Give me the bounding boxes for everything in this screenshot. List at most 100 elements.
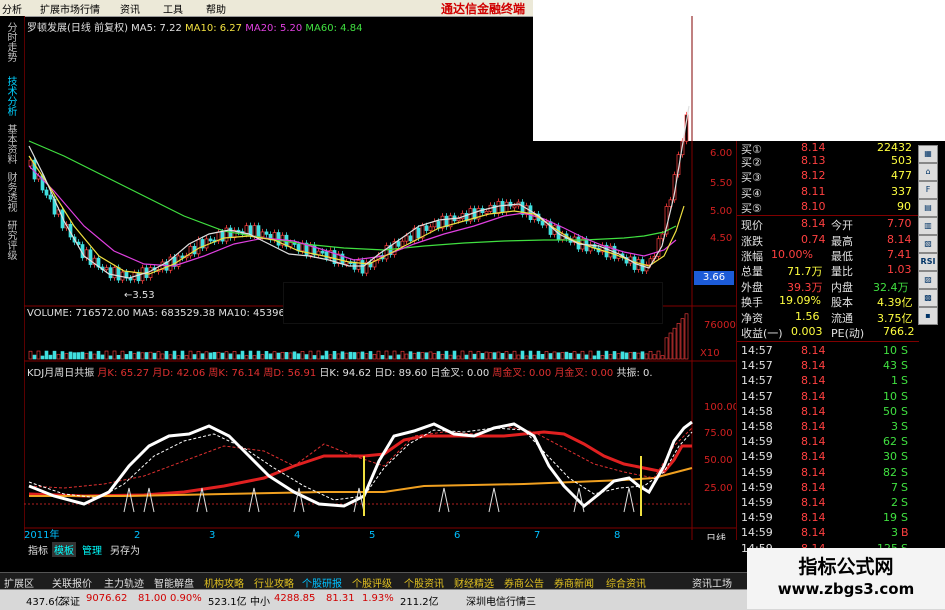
toolbar-icon[interactable]: ▨: [918, 271, 938, 289]
candle: [220, 231, 225, 242]
function-item[interactable]: 主力轨迹: [104, 575, 144, 590]
menu-help[interactable]: 帮助: [206, 1, 226, 16]
menu-extended-market[interactable]: 扩展市场行情: [40, 1, 100, 16]
timescale-month-4: 4: [294, 530, 300, 540]
volume-bar: [104, 350, 109, 360]
function-item[interactable]: 机构攻略: [204, 575, 244, 590]
kdj-resonance: 共振: 0.: [616, 368, 653, 379]
ma60-label: MA60: 4.84: [305, 23, 363, 34]
volume-bar: [44, 350, 49, 360]
tab-template[interactable]: 模板: [52, 542, 76, 557]
menu-analysis[interactable]: 分析: [2, 1, 22, 16]
candle: [48, 194, 53, 200]
toolbar-icon[interactable]: ▪: [918, 307, 938, 325]
volume-bar: [220, 352, 225, 360]
function-item[interactable]: 个股资讯: [404, 575, 444, 590]
candle: [456, 218, 461, 222]
volume-bar: [100, 354, 105, 360]
volume-bar: [676, 323, 681, 360]
timescale-month-5: 5: [369, 530, 375, 540]
volume-bar: [404, 353, 409, 360]
candle: [408, 235, 413, 242]
volume-bar: [480, 353, 485, 360]
function-item[interactable]: 券商公告: [504, 575, 544, 590]
volume-bar: [48, 354, 53, 360]
toolbar-icon[interactable]: ▤: [918, 199, 938, 217]
volume-bar: [28, 350, 33, 360]
timescale-month-2: 2: [134, 530, 140, 540]
candle: [256, 225, 261, 238]
volume-bar: [212, 352, 217, 360]
ma60-line: [28, 140, 677, 251]
function-item[interactable]: 行业攻略: [254, 575, 294, 590]
tab-save-as[interactable]: 另存为: [110, 542, 140, 557]
volume-bar: [228, 353, 233, 360]
toolbar-icon[interactable]: ▥: [918, 217, 938, 235]
volume-bar: [336, 353, 341, 360]
side-tabs: 分时走势 技术分析 基本资料 财务透视 研究评级: [0, 16, 25, 540]
candle: [28, 159, 33, 167]
candle: [404, 235, 409, 242]
volume-bar: [680, 318, 685, 360]
volume-bar: [560, 352, 565, 360]
volume-bar: [208, 352, 213, 360]
menu-news[interactable]: 资讯: [120, 1, 140, 16]
tab-technical[interactable]: 技术分析: [5, 76, 18, 116]
candle: [424, 225, 429, 231]
tick-row: 14:59 8.14 2 S: [741, 496, 908, 509]
volume-bar: [328, 354, 333, 360]
tab-indicator[interactable]: 指标: [28, 542, 48, 557]
tab-manage[interactable]: 管理: [82, 542, 102, 557]
volume-bar: [288, 352, 293, 360]
tab-research[interactable]: 研究评级: [5, 220, 18, 260]
function-item[interactable]: 财经精选: [454, 575, 494, 590]
function-item[interactable]: 关联报价: [52, 575, 92, 590]
volume-axis-unit: X10: [700, 348, 720, 359]
volume-bar: [408, 351, 413, 360]
ma10-label: MA10: 6.27: [185, 23, 243, 34]
function-item[interactable]: 资讯工场: [692, 575, 732, 590]
rsi-icon[interactable]: RSI: [918, 253, 938, 271]
volume-bar: [216, 351, 221, 360]
volume-bar: [464, 354, 469, 360]
menu-tools[interactable]: 工具: [163, 1, 183, 16]
toolbar-icon[interactable]: ▩: [918, 289, 938, 307]
kdj-axis-75: 75.00: [704, 428, 733, 439]
tab-financials[interactable]: 财务透视: [5, 172, 18, 212]
volume-bar: [428, 351, 433, 360]
candle: [264, 231, 269, 235]
toolbar-icon[interactable]: ▧: [918, 235, 938, 253]
kdj-title: KDJ月周日共振 月K: 65.27 月D: 42.06 周K: 76.14 周…: [27, 364, 653, 379]
stat-row: 收益(一) 0.003 PE(动) 766.2: [741, 325, 915, 340]
volume-bar: [268, 353, 273, 360]
toolbar-icon[interactable]: ▦: [918, 145, 938, 163]
volume-bar: [124, 354, 129, 360]
toolbar-icon[interactable]: ⌂: [918, 163, 938, 181]
kdj-axis-25: 25.00: [704, 483, 733, 494]
volume-bar: [312, 355, 317, 360]
volume-bar: [56, 353, 61, 360]
function-item[interactable]: 个股评级: [352, 575, 392, 590]
volume-bar: [436, 351, 441, 360]
function-item[interactable]: 个股研报: [302, 575, 342, 590]
function-item[interactable]: 综合资讯: [606, 575, 646, 590]
tab-time-share[interactable]: 分时走势: [5, 22, 18, 62]
volume-bar: [444, 350, 449, 360]
function-item[interactable]: 智能解盘: [154, 575, 194, 590]
timescale-month-6: 6: [454, 530, 460, 540]
function-item[interactable]: 扩展区: [4, 575, 34, 590]
volume-bar: [256, 350, 261, 360]
volume-bar: [204, 351, 209, 360]
status-item: 0.90%: [170, 593, 202, 604]
volume-bar: [280, 351, 285, 360]
tab-fundamentals[interactable]: 基本资料: [5, 124, 18, 164]
volume-bar: [164, 350, 169, 360]
volume-bar: [544, 351, 549, 360]
kline-chart[interactable]: ←3.53 2011年 2 3 4 5 6 7 8: [24, 16, 736, 540]
function-item[interactable]: 券商新闻: [554, 575, 594, 590]
volume-bar: [504, 351, 509, 360]
toolbar-icon[interactable]: F: [918, 181, 938, 199]
status-item: 中小: [250, 597, 270, 608]
volume-bar: [196, 351, 201, 360]
tick-row: 14:59 8.14 7 S: [741, 480, 908, 494]
